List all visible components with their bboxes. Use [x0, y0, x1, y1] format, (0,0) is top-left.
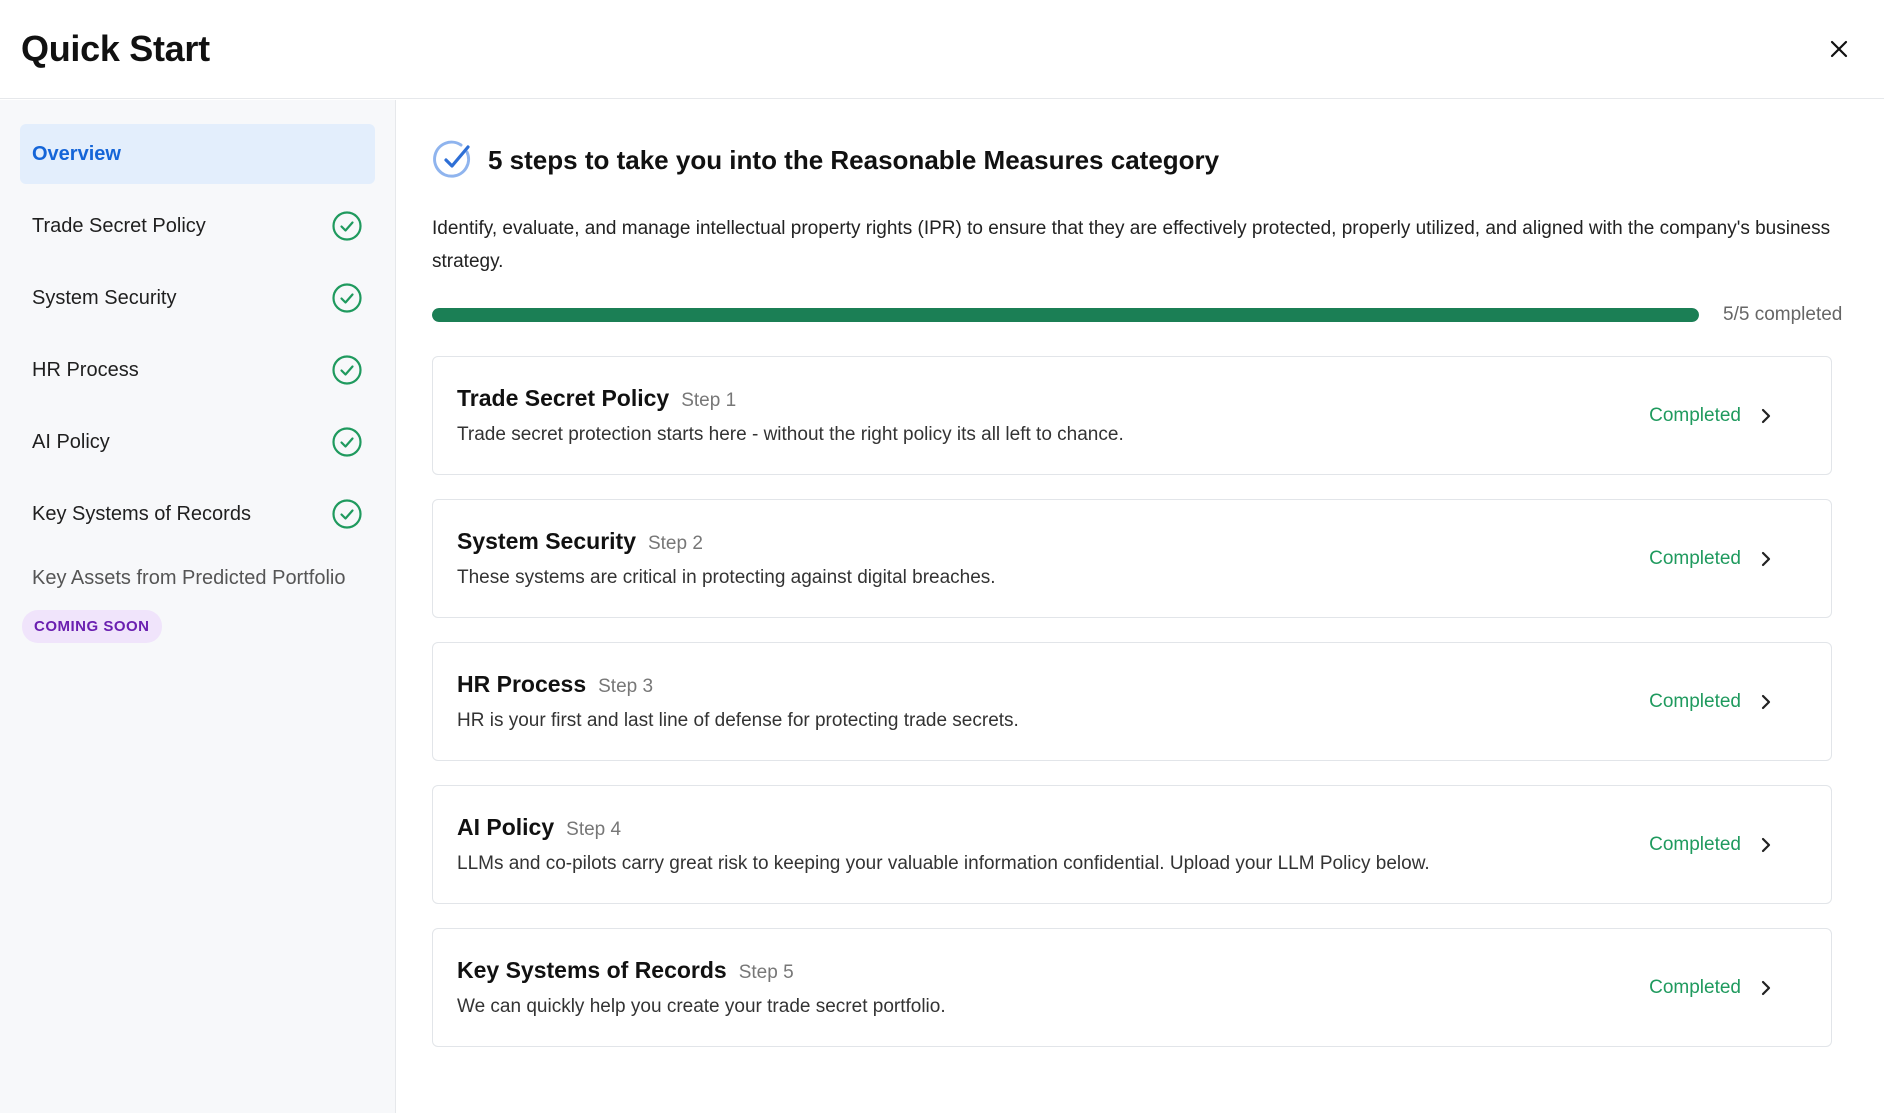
- step-title: System Security: [457, 528, 636, 554]
- section-heading: 5 steps to take you into the Reasonable …: [432, 138, 1852, 182]
- sidebar-item-hr-process[interactable]: HR Process: [20, 340, 375, 400]
- sidebar-item-label: AI Policy: [32, 430, 110, 453]
- step-title-row: System Security Step 2: [457, 528, 996, 555]
- step-status-group: Completed: [1649, 691, 1773, 713]
- sidebar-item-label: HR Process: [32, 358, 139, 381]
- check-circle-icon: [332, 499, 362, 529]
- step-status: Completed: [1649, 976, 1741, 998]
- coming-soon-badge: COMING SOON: [22, 610, 162, 643]
- step-info: AI Policy Step 4 LLMs and co-pilots carr…: [457, 814, 1430, 875]
- check-circle-icon: [332, 283, 362, 313]
- step-status-group: Completed: [1649, 405, 1773, 427]
- step-title: Trade Secret Policy: [457, 385, 670, 411]
- step-title: HR Process: [457, 671, 587, 697]
- step-description: LLMs and co-pilots carry great risk to k…: [457, 853, 1430, 874]
- close-icon: [1830, 40, 1848, 58]
- chevron-right-icon[interactable]: [1759, 978, 1773, 998]
- check-circle-icon: [332, 211, 362, 241]
- step-number: Step 5: [738, 962, 794, 983]
- step-number: Step 1: [681, 390, 737, 411]
- progress-bar: [432, 308, 1699, 322]
- step-status-group: Completed: [1649, 548, 1773, 570]
- check-circle-icon: [332, 427, 362, 457]
- sidebar-item-trade-secret-policy[interactable]: Trade Secret Policy: [20, 196, 375, 256]
- step-status: Completed: [1649, 547, 1741, 569]
- chevron-right-icon[interactable]: [1759, 692, 1773, 712]
- step-info: HR Process Step 3 HR is your first and l…: [457, 671, 1019, 732]
- step-status: Completed: [1649, 690, 1741, 712]
- sidebar-item-label: Trade Secret Policy: [32, 214, 206, 237]
- step-list: Trade Secret Policy Step 1 Trade secret …: [432, 356, 1852, 1047]
- step-title: AI Policy: [457, 814, 555, 840]
- modal-header: Quick Start: [0, 0, 1884, 99]
- sidebar: Overview Trade Secret Policy System Secu…: [0, 100, 396, 1113]
- close-button[interactable]: [1819, 29, 1859, 69]
- step-info: Key Systems of Records Step 5 We can qui…: [457, 957, 946, 1018]
- step-title-row: AI Policy Step 4: [457, 814, 1430, 841]
- sidebar-item-key-systems-of-records[interactable]: Key Systems of Records: [20, 484, 375, 544]
- step-number: Step 4: [566, 819, 622, 840]
- sidebar-item-system-security[interactable]: System Security: [20, 268, 375, 328]
- sidebar-item-ai-policy[interactable]: AI Policy: [20, 412, 375, 472]
- section-description: Identify, evaluate, and manage intellect…: [432, 218, 1831, 272]
- step-info: System Security Step 2 These systems are…: [457, 528, 996, 589]
- step-title-row: Trade Secret Policy Step 1: [457, 385, 1124, 412]
- chevron-right-icon[interactable]: [1759, 406, 1773, 426]
- sidebar-item-overview[interactable]: Overview: [20, 124, 375, 184]
- step-description: HR is your first and last line of defens…: [457, 710, 1019, 731]
- main-content: 5 steps to take you into the Reasonable …: [432, 100, 1852, 1071]
- step-card-trade-secret-policy[interactable]: Trade Secret Policy Step 1 Trade secret …: [432, 356, 1832, 475]
- sidebar-item-label: Key Systems of Records: [32, 502, 251, 525]
- sidebar-item-label: System Security: [32, 286, 177, 309]
- step-number: Step 3: [598, 676, 654, 697]
- step-title-row: HR Process Step 3: [457, 671, 1019, 698]
- step-status: Completed: [1649, 404, 1741, 426]
- page-title: Quick Start: [21, 28, 210, 69]
- step-description: Trade secret protection starts here - wi…: [457, 424, 1124, 445]
- step-card-hr-process[interactable]: HR Process Step 3 HR is your first and l…: [432, 642, 1832, 761]
- progress-bar-fill: [432, 308, 1699, 322]
- step-status-group: Completed: [1649, 977, 1773, 999]
- step-description: We can quickly help you create your trad…: [457, 996, 946, 1017]
- chevron-right-icon[interactable]: [1759, 549, 1773, 569]
- section-heading-text: 5 steps to take you into the Reasonable …: [488, 144, 1220, 175]
- sidebar-item-label: Overview: [32, 142, 121, 165]
- sidebar-item-key-assets: Key Assets from Predicted Portfolio: [32, 566, 346, 589]
- step-status-group: Completed: [1649, 834, 1773, 856]
- step-number: Step 2: [647, 533, 703, 554]
- chevron-right-icon[interactable]: [1759, 835, 1773, 855]
- step-card-key-systems-of-records[interactable]: Key Systems of Records Step 5 We can qui…: [432, 928, 1832, 1047]
- step-title-row: Key Systems of Records Step 5: [457, 957, 946, 984]
- step-status: Completed: [1649, 833, 1741, 855]
- progress-label: 5/5 completed: [1723, 304, 1843, 325]
- step-description: These systems are critical in protecting…: [457, 567, 996, 588]
- step-card-system-security[interactable]: System Security Step 2 These systems are…: [432, 499, 1832, 618]
- step-card-ai-policy[interactable]: AI Policy Step 4 LLMs and co-pilots carr…: [432, 785, 1832, 904]
- progress-row: 5/5 completed: [432, 304, 1852, 326]
- step-info: Trade Secret Policy Step 1 Trade secret …: [457, 385, 1124, 446]
- check-circle-icon: [433, 140, 471, 178]
- check-circle-icon: [332, 355, 362, 385]
- step-title: Key Systems of Records: [457, 957, 727, 983]
